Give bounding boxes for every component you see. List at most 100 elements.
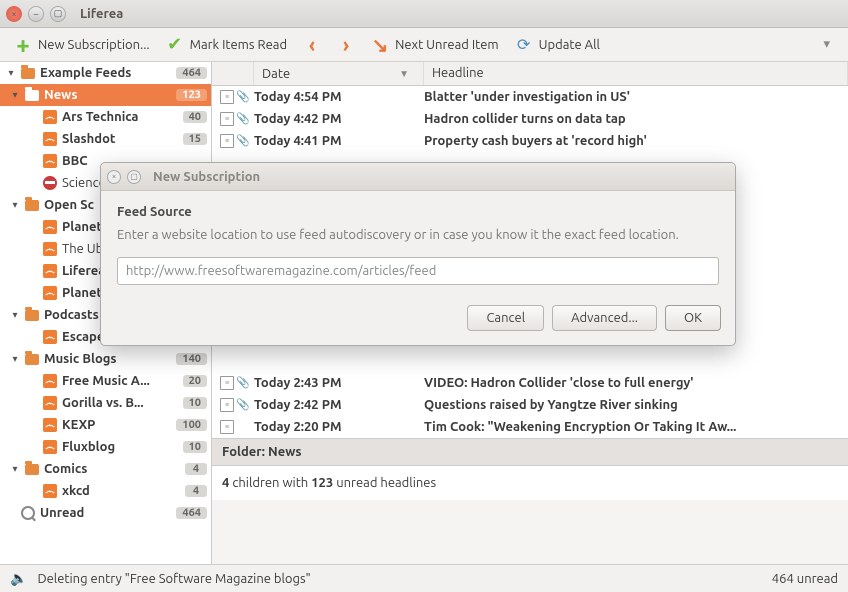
item-row[interactable] <box>212 350 848 372</box>
ok-button[interactable]: OK <box>665 305 721 331</box>
item-date: Today 4:42 PM <box>254 112 424 126</box>
expander-icon[interactable]: ▾ <box>10 199 20 211</box>
status-message: Deleting entry "Free Software Magazine b… <box>37 572 771 586</box>
item-row[interactable]: ≡📎Today 4:54 PMBlatter 'under investigat… <box>212 86 848 108</box>
item-icons: ≡📎 <box>220 398 254 412</box>
update-all-label: Update All <box>539 38 600 52</box>
new-subscription-button[interactable]: + New Subscription... <box>8 32 156 58</box>
sidebar-item[interactable]: Unread464 <box>0 502 211 524</box>
feed-icon: ෴ <box>42 417 58 433</box>
item-list-header: Date ▼ Headline <box>212 62 848 86</box>
cancel-button[interactable]: Cancel <box>467 305 544 331</box>
arrow-down-right-icon: ↘ <box>371 36 389 54</box>
feed-icon: ෴ <box>42 483 58 499</box>
sidebar-item-label: Ars Technica <box>62 110 183 124</box>
dialog-close-button[interactable]: × <box>107 170 121 184</box>
arrow-left-icon: ‹ <box>303 36 321 54</box>
sidebar-item-label: Music Blogs <box>44 352 176 366</box>
nav-back-button[interactable]: ‹ <box>297 32 327 58</box>
unread-badge: 10 <box>183 397 207 409</box>
item-headline: Blatter 'under investigation in US' <box>424 90 840 104</box>
block-icon <box>42 175 58 191</box>
advanced-button[interactable]: Advanced... <box>552 305 657 331</box>
unread-badge: 15 <box>183 133 207 145</box>
dialog-max-button[interactable]: ▢ <box>127 170 141 184</box>
item-icons: ≡ <box>220 420 254 434</box>
item-row[interactable]: ≡📎Today 4:42 PMHadron collider turns on … <box>212 108 848 130</box>
sidebar-item[interactable]: ෴ Fluxblog10 <box>0 436 211 458</box>
feed-icon: ෴ <box>42 263 58 279</box>
sidebar-item[interactable]: ▾News123 <box>0 84 211 106</box>
item-row[interactable]: ≡Today 2:20 PMTim Cook: "Weakening Encry… <box>212 416 848 438</box>
sidebar-item-label: Gorilla vs. B... <box>62 396 183 410</box>
dialog-body: Feed Source Enter a website location to … <box>101 191 735 297</box>
expander-icon[interactable]: ▾ <box>10 353 20 365</box>
mark-read-label: Mark Items Read <box>190 38 287 52</box>
sidebar-item-label: Comics <box>44 462 185 476</box>
sidebar-item[interactable]: ▾Example Feeds464 <box>0 62 211 84</box>
window-minimize-button[interactable]: – <box>28 6 44 22</box>
attachment-icon: 📎 <box>236 398 250 412</box>
new-subscription-dialog: × ▢ New Subscription Feed Source Enter a… <box>100 162 736 346</box>
feed-icon: ෴ <box>42 395 58 411</box>
folder-summary-body: 4 children with 123 unread headlines <box>212 466 848 500</box>
sidebar-item-label: Fluxblog <box>62 440 183 454</box>
arrow-right-icon: › <box>337 36 355 54</box>
sidebar-item[interactable]: ▾ Music Blogs140 <box>0 348 211 370</box>
dialog-heading: Feed Source <box>117 205 719 219</box>
item-row[interactable]: ≡📎Today 4:41 PMProperty cash buyers at '… <box>212 130 848 152</box>
sidebar-item[interactable]: ෴Free Music A...20 <box>0 370 211 392</box>
column-headline[interactable]: Headline <box>424 62 848 85</box>
sidebar-item[interactable]: ෴ Gorilla vs. B...10 <box>0 392 211 414</box>
sidebar-item-label: Slashdot <box>62 132 183 146</box>
toolbar: + New Subscription... ✔ Mark Items Read … <box>0 28 848 62</box>
document-icon: ≡ <box>220 376 234 390</box>
unread-badge: 10 <box>183 441 207 453</box>
sidebar-item-label: Free Music A... <box>62 374 183 388</box>
column-date[interactable]: Date ▼ <box>254 62 424 85</box>
expander-icon[interactable]: ▾ <box>10 309 20 321</box>
next-unread-button[interactable]: ↘ Next Unread Item <box>365 32 505 58</box>
expander-icon[interactable]: ▾ <box>10 463 20 475</box>
new-subscription-label: New Subscription... <box>38 38 150 52</box>
nav-forward-button[interactable]: › <box>331 32 361 58</box>
expander-icon[interactable]: ▾ <box>6 67 16 79</box>
sidebar-item[interactable]: ෴Slashdot15 <box>0 128 211 150</box>
feed-url-input[interactable] <box>117 257 719 285</box>
feed-icon: ෴ <box>42 373 58 389</box>
sidebar-item-label: News <box>44 88 176 102</box>
window-close-button[interactable]: × <box>6 6 22 22</box>
window-maximize-button[interactable]: ▢ <box>50 6 66 22</box>
dialog-title: New Subscription <box>153 170 260 184</box>
item-row[interactable]: ≡📎Today 2:42 PMQuestions raised by Yangt… <box>212 394 848 416</box>
column-headline-label: Headline <box>432 66 484 80</box>
status-bar: 🔈 Deleting entry "Free Software Magazine… <box>0 564 848 592</box>
item-date: Today 2:43 PM <box>254 376 424 390</box>
dialog-description: Enter a website location to use feed aut… <box>117 227 719 245</box>
sidebar-item[interactable]: ෴Ars Technica40 <box>0 106 211 128</box>
sidebar-item[interactable]: ▾Comics4 <box>0 458 211 480</box>
unread-badge: 140 <box>176 353 207 365</box>
expander-icon[interactable]: ▾ <box>10 89 20 101</box>
unread-badge: 40 <box>183 111 207 123</box>
toolbar-overflow-button[interactable]: ▾ <box>813 33 840 56</box>
dialog-titlebar: × ▢ New Subscription <box>101 163 735 191</box>
window-titlebar: × – ▢ Liferea <box>0 0 848 28</box>
unread-badge: 464 <box>176 67 207 79</box>
feed-icon: ෴ <box>42 285 58 301</box>
document-icon: ≡ <box>220 134 234 148</box>
update-all-button[interactable]: ⟳ Update All <box>509 32 606 58</box>
item-row[interactable]: ≡📎Today 2:43 PMVIDEO: Hadron Collider 'c… <box>212 372 848 394</box>
feed-icon: ෴ <box>42 329 58 345</box>
column-icons[interactable] <box>212 62 254 85</box>
attachment-icon: 📎 <box>236 112 250 126</box>
sidebar-item-label: KEXP <box>62 418 176 432</box>
feed-icon: ෴ <box>42 219 58 235</box>
sidebar-item[interactable]: ෴KEXP100 <box>0 414 211 436</box>
document-icon: ≡ <box>220 112 234 126</box>
document-icon: ≡ <box>220 420 234 434</box>
feed-icon: ෴ <box>42 439 58 455</box>
mark-read-button[interactable]: ✔ Mark Items Read <box>160 32 293 58</box>
item-icons: ≡📎 <box>220 376 254 390</box>
sidebar-item[interactable]: ෴xkcd4 <box>0 480 211 502</box>
